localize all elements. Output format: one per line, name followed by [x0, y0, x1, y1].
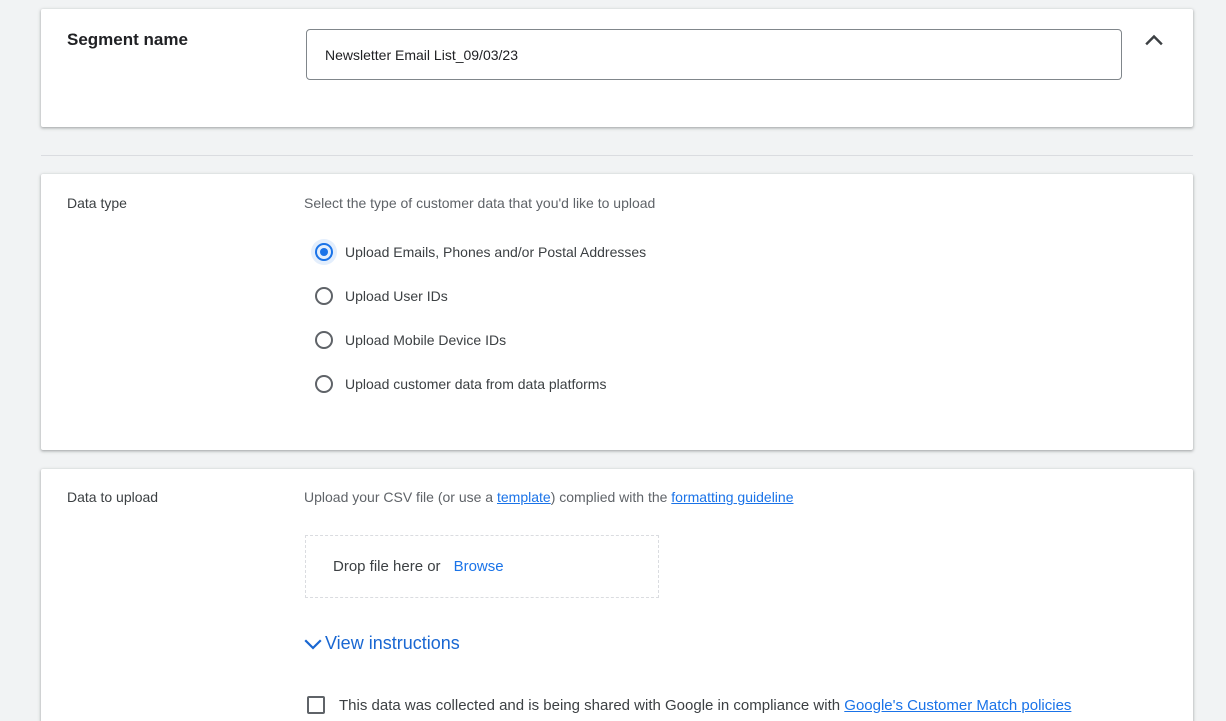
section-divider [41, 155, 1193, 156]
radio-option-data-platforms[interactable]: Upload customer data from data platforms [315, 372, 606, 396]
radio-button[interactable] [315, 287, 333, 305]
data-upload-label: Data to upload [67, 489, 159, 505]
radio-halo [311, 283, 337, 309]
radio-option-emails[interactable]: Upload Emails, Phones and/or Postal Addr… [311, 239, 647, 265]
data-type-label: Data type [67, 195, 127, 211]
data-type-prompt: Select the type of customer data that yo… [304, 195, 656, 211]
chevron-down-icon [303, 634, 323, 654]
radio-option-label: Upload customer data from data platforms [345, 376, 607, 392]
upload-prompt: Upload your CSV file (or use a template)… [304, 489, 793, 505]
browse-button[interactable]: Browse [454, 558, 504, 575]
radio-halo [311, 327, 337, 353]
segment-name-input[interactable] [306, 29, 1122, 80]
page: Segment name Data type Select the type o… [0, 0, 1226, 721]
template-link[interactable]: template [497, 489, 551, 505]
file-dropzone[interactable]: Drop file here or Browse [305, 535, 659, 598]
radio-option-label: Upload Mobile Device IDs [345, 332, 507, 348]
radio-button[interactable] [315, 375, 333, 393]
radio-button[interactable] [315, 331, 333, 349]
consent-row: This data was collected and is being sha… [307, 696, 1071, 714]
radio-button-selected[interactable] [315, 243, 333, 261]
view-instructions-label: View instructions [325, 633, 460, 653]
formatting-guideline-link[interactable]: formatting guideline [671, 489, 793, 505]
consent-text: This data was collected and is being sha… [339, 696, 841, 714]
radio-halo [311, 371, 337, 397]
radio-option-user-ids[interactable]: Upload User IDs [315, 284, 448, 308]
radio-option-label: Upload Emails, Phones and/or Postal Addr… [345, 244, 647, 260]
upload-prompt-text: ) complied with the [550, 489, 672, 505]
view-instructions-toggle[interactable]: View instructions [303, 633, 460, 654]
segment-name-label: Segment name [67, 30, 188, 49]
customer-match-policies-link[interactable]: Google's Customer Match policies [844, 697, 1071, 714]
collapse-button[interactable] [1140, 26, 1168, 54]
data-upload-card: Data to upload Upload your CSV file (or … [41, 469, 1193, 721]
data-type-card: Data type Select the type of customer da… [41, 174, 1193, 450]
dropzone-text: Drop file here or [333, 558, 441, 575]
consent-checkbox[interactable] [307, 696, 325, 714]
chevron-up-icon [1145, 34, 1163, 46]
radio-halo [311, 239, 337, 265]
radio-option-label: Upload User IDs [345, 288, 448, 304]
radio-option-mobile-ids[interactable]: Upload Mobile Device IDs [315, 328, 506, 352]
upload-prompt-text: Upload your CSV file (or use a [304, 489, 497, 505]
segment-name-card: Segment name [41, 9, 1193, 127]
